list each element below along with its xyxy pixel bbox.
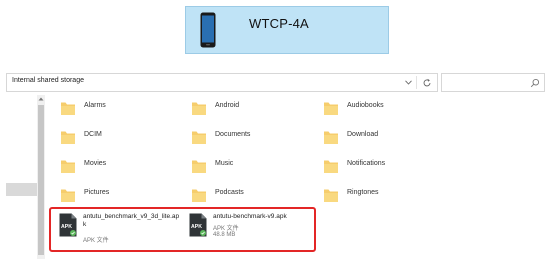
folder-item[interactable]: Music [191, 157, 319, 181]
folder-label: Podcasts [215, 189, 244, 196]
folder-icon [324, 189, 338, 202]
scroll-up-arrow-icon[interactable] [38, 96, 44, 102]
folder-icon [324, 160, 338, 173]
apk-file-size: 48.8 MB [213, 232, 236, 238]
apk-file-name: antutu-benchmark-v9.apk [213, 213, 287, 220]
folder-item[interactable]: Download [323, 128, 451, 152]
folder-label: Alarms [84, 102, 106, 109]
chevron-down-icon[interactable] [403, 77, 413, 88]
device-header[interactable]: WTCP-4A [185, 6, 389, 54]
refresh-icon[interactable] [420, 76, 434, 90]
navigation-pane-selected-item[interactable] [6, 183, 37, 196]
folder-item[interactable]: DCIM [60, 128, 188, 152]
svg-text:APK: APK [191, 224, 202, 230]
apk-file-item[interactable]: APK antutu_benchmark_v9_3d_lite.apk APK … [59, 213, 185, 249]
folder-label: Download [347, 131, 379, 138]
search-icon[interactable] [530, 78, 540, 88]
folder-item[interactable]: Audiobooks [323, 99, 451, 123]
folder-item[interactable]: Android [191, 99, 319, 123]
folder-icon [61, 102, 75, 115]
folder-label: Music [215, 160, 234, 167]
apk-file-icon: APK [189, 213, 207, 237]
folder-item[interactable]: Movies [60, 157, 188, 181]
device-name: WTCP-4A [249, 16, 309, 31]
folder-item[interactable]: Documents [191, 128, 319, 152]
folder-label: Movies [84, 160, 107, 167]
folder-icon [61, 131, 75, 144]
scrollbar-thumb[interactable] [38, 105, 44, 255]
navigation-pane[interactable] [6, 95, 37, 259]
apk-file-icon: APK [59, 213, 77, 237]
svg-text:APK: APK [61, 224, 72, 230]
apk-file-item[interactable]: APK antutu-benchmark-v9.apk APK 文件 48.8 … [189, 213, 315, 249]
folder-icon [192, 160, 206, 173]
folder-item[interactable]: Alarms [60, 99, 188, 123]
folder-label: Notifications [347, 160, 386, 167]
folder-item[interactable]: Ringtones [323, 186, 451, 210]
folder-icon [192, 131, 206, 144]
folder-item[interactable]: Notifications [323, 157, 451, 181]
vertical-scrollbar[interactable] [37, 95, 45, 259]
path-text: Internal shared storage [12, 77, 84, 84]
apk-file-type: APK 文件 [83, 238, 109, 244]
folder-label: Documents [215, 131, 251, 138]
folder-label: Ringtones [347, 189, 379, 196]
folder-icon [61, 160, 75, 173]
path-separator [416, 76, 417, 89]
apk-file-type: APK 文件 [213, 226, 239, 232]
folder-label: DCIM [84, 131, 102, 138]
folder-icon [324, 102, 338, 115]
folder-label: Audiobooks [347, 102, 384, 109]
phone-icon [200, 12, 216, 48]
folder-label: Pictures [84, 189, 110, 196]
folder-icon [324, 131, 338, 144]
apk-file-name: antutu_benchmark_v9_3d_lite.apk [83, 213, 180, 228]
folder-icon [192, 102, 206, 115]
folder-label: Android [215, 102, 240, 109]
folder-icon [192, 189, 206, 202]
search-input[interactable] [441, 73, 545, 92]
folder-icon [61, 189, 75, 202]
file-browser-window: WTCP-4A Internal shared storage Alarms A… [0, 0, 549, 259]
path-bar[interactable]: Internal shared storage [6, 73, 438, 92]
